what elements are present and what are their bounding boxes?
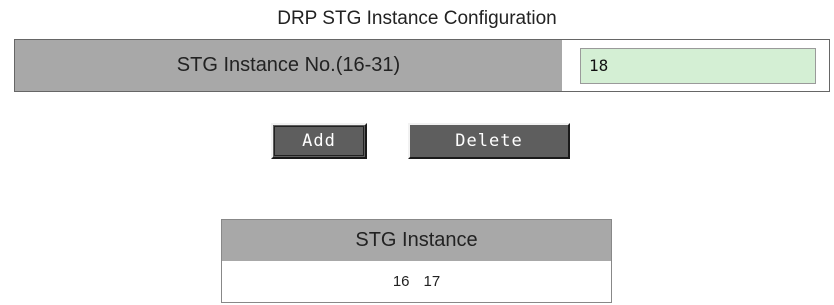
- instance-item: 16: [392, 273, 410, 290]
- page-title: DRP STG Instance Configuration: [277, 8, 557, 29]
- add-button[interactable]: Add: [271, 123, 367, 159]
- instance-number-label: STG Instance No.(16-31): [15, 40, 563, 91]
- instance-list-header: STG Instance: [222, 220, 611, 261]
- delete-button[interactable]: Delete: [408, 123, 570, 159]
- instance-list-table: STG Instance 16 17: [221, 219, 612, 303]
- instance-item: 17: [423, 273, 441, 290]
- instance-list-row: 16 17: [222, 261, 611, 302]
- instance-number-input[interactable]: [580, 47, 816, 84]
- instance-number-cell: [563, 40, 829, 91]
- instance-config-table: STG Instance No.(16-31): [14, 39, 830, 92]
